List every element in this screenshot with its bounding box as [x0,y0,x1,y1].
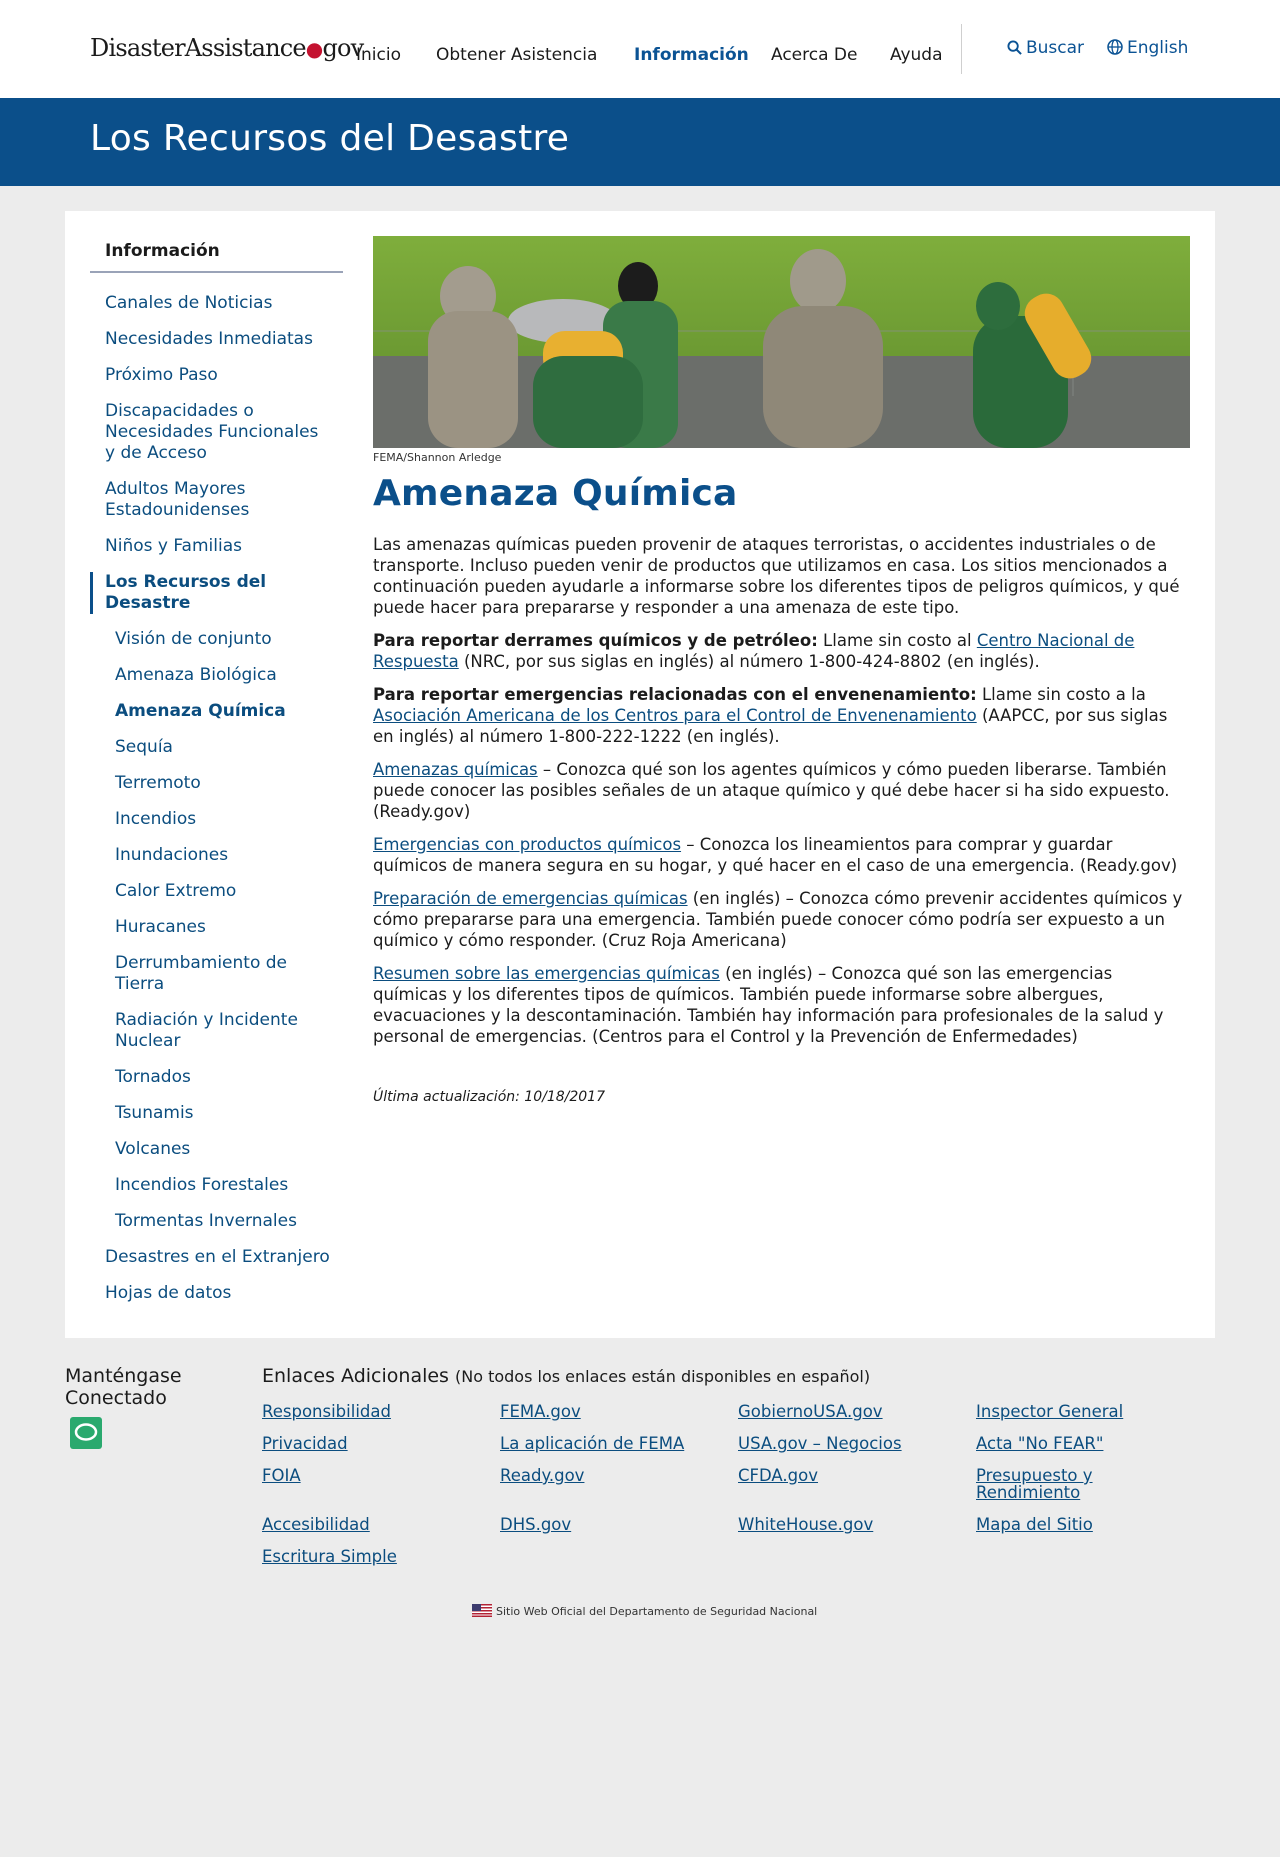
nav-inicio[interactable]: Inicio [356,45,401,65]
side-nav-list: Canales de Noticias Necesidades Inmediat… [90,293,343,1319]
language-link[interactable]: English [1107,38,1188,58]
side-nav-subitem[interactable]: Radiación y Incidente Nuclear [90,1010,343,1067]
footer-link[interactable]: Privacidad [262,1434,348,1453]
resource-item: Resumen sobre las emergencias químicas (… [373,964,1164,1046]
side-nav-subitem[interactable]: Incendios [90,809,343,845]
footer-link[interactable]: Acta "No FEAR" [976,1434,1103,1453]
resource-link[interactable]: Resumen sobre las emergencias químicas [373,964,720,983]
side-nav-subitem[interactable]: Sequía [90,737,343,773]
footer-link[interactable]: Inspector General [976,1402,1123,1421]
side-nav-item[interactable]: Próximo Paso [90,365,343,401]
side-nav-item[interactable]: Hojas de datos [90,1283,343,1319]
hero-image-hazmat-team [373,236,1190,448]
side-nav: Información Canales de Noticias Necesida… [90,241,343,1319]
resource-link[interactable]: Emergencias con productos químicos [373,835,681,854]
resource-item: Preparación de emergencias químicas (en … [373,889,1183,950]
side-nav-subitem[interactable]: Incendios Forestales [90,1175,343,1211]
us-flag-icon [472,1604,492,1617]
side-nav-current-section[interactable]: Los Recursos del Desastre [90,572,343,614]
footer-link[interactable]: Mapa del Sitio [976,1515,1093,1534]
page-title: Amenaza Química [373,473,738,514]
official-site-notice: Sitio Web Oficial del Departamento de Se… [472,1604,817,1618]
side-nav-subitem[interactable]: Tsunamis [90,1103,343,1139]
search-icon [1007,40,1022,55]
side-nav-item[interactable]: Canales de Noticias [90,293,343,329]
footer-link[interactable]: FOIA [262,1466,301,1485]
footer-link[interactable]: Presupuesto y Rendimiento [976,1466,1093,1502]
page-banner: Los Recursos del Desastre [0,98,1280,186]
nav-informacion[interactable]: Información [634,45,749,65]
side-nav-subitem[interactable]: Inundaciones [90,845,343,881]
side-nav-subitem[interactable]: Visión de conjunto [90,629,343,665]
footer-link[interactable]: WhiteHouse.gov [738,1515,873,1534]
logo-dot: ● [305,37,323,61]
side-nav-item[interactable]: Adultos Mayores Estadounidenses [90,479,343,536]
side-nav-item[interactable]: Desastres en el Extranjero [90,1247,343,1283]
footer-link[interactable]: La aplicación de FEMA [500,1434,684,1453]
site-header: DisasterAssistance●gov Inicio Obtener As… [0,0,1280,98]
resource-link[interactable]: Amenazas químicas [373,760,538,779]
side-nav-subitem[interactable]: Calor Extremo [90,881,343,917]
footer-link[interactable]: GobiernoUSA.gov [738,1402,883,1421]
main-content: FEMA/Shannon Arledge Amenaza Química Las… [373,236,1190,1105]
intro-paragraph: Las amenazas químicas pueden provenir de… [373,535,1180,617]
resource-item: Emergencias con productos químicos – Con… [373,835,1178,875]
image-credit: FEMA/Shannon Arledge [373,451,502,464]
nav-obtener-asistencia[interactable]: Obtener Asistencia [436,45,597,65]
last-updated: Última actualización: 10/18/2017 [373,1089,605,1105]
additional-links-heading: Enlaces Adicionales (No todos los enlace… [262,1365,871,1387]
side-nav-subitem[interactable]: Tormentas Invernales [90,1211,343,1247]
main-panel: Información Canales de Noticias Necesida… [65,211,1215,1338]
side-nav-subitem[interactable]: Amenaza Biológica [90,665,343,701]
footer-link[interactable]: CFDA.gov [738,1466,818,1485]
chat-icon[interactable] [70,1417,102,1449]
footer-link[interactable]: FEMA.gov [500,1402,581,1421]
search-link[interactable]: Buscar [1007,38,1084,58]
banner-title: Los Recursos del Desastre [90,118,570,159]
report-poison-paragraph: Para reportar emergencias relacionadas c… [373,685,1168,746]
side-nav-subitem[interactable]: Terremoto [90,773,343,809]
report-spill-paragraph: Para reportar derrames químicos y de pet… [373,631,1135,671]
nav-divider [961,24,962,74]
footer-link[interactable]: DHS.gov [500,1515,571,1534]
side-nav-subitem[interactable]: Huracanes [90,917,343,953]
site-logo[interactable]: DisasterAssistance●gov [90,34,364,62]
nav-ayuda[interactable]: Ayuda [890,45,943,65]
links-note: (No todos los enlaces están disponibles … [455,1367,871,1386]
resource-item: Amenazas químicas – Conozca qué son los … [373,760,1170,821]
side-nav-item[interactable]: Discapacidades o Necesidades Funcionales… [90,401,343,479]
side-nav-subitem-active[interactable]: Amenaza Química [90,701,343,737]
globe-icon [1107,39,1123,55]
side-nav-item[interactable]: Niños y Familias [90,536,343,572]
side-nav-subitem[interactable]: Derrumbamiento de Tierra [90,953,343,1010]
stay-connected-heading: Manténgase Conectado [65,1365,182,1409]
aapcc-link[interactable]: Asociación Americana de los Centros para… [373,706,977,725]
side-nav-item[interactable]: Necesidades Inmediatas [90,329,343,365]
footer-link[interactable]: Accesibilidad [262,1515,370,1534]
footer-link[interactable]: Escritura Simple [262,1547,397,1566]
resource-link[interactable]: Preparación de emergencias químicas [373,889,688,908]
footer-link[interactable]: Ready.gov [500,1466,584,1485]
footer-link[interactable]: Responsibilidad [262,1402,391,1421]
footer-link[interactable]: USA.gov – Negocios [738,1434,902,1453]
side-nav-subitem[interactable]: Tornados [90,1067,343,1103]
side-nav-heading: Información [90,241,343,273]
nav-acerca-de[interactable]: Acerca De [771,45,857,65]
side-nav-subitem[interactable]: Volcanes [90,1139,343,1175]
